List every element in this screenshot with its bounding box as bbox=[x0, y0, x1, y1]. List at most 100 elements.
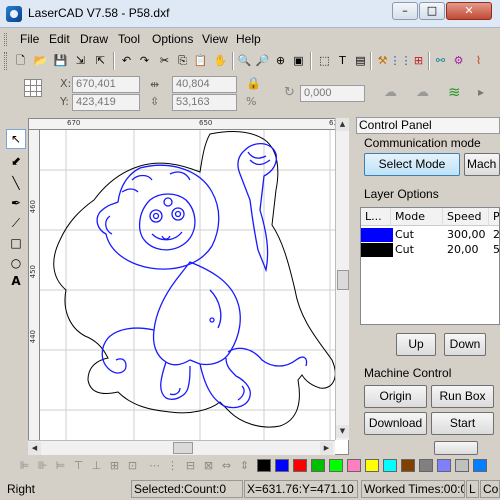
palette-color-swatch[interactable] bbox=[401, 459, 415, 472]
same-size-icon[interactable]: ⊡ bbox=[124, 457, 141, 474]
undo-icon[interactable]: ↶ bbox=[118, 52, 135, 69]
import-icon[interactable]: ⇲ bbox=[72, 52, 89, 69]
menu-tool[interactable]: Tool bbox=[118, 32, 140, 46]
run-box-button[interactable]: Run Box bbox=[431, 385, 494, 408]
more-icon[interactable]: ▸ bbox=[478, 85, 484, 99]
layers-stack-icon[interactable]: ≋ bbox=[448, 83, 461, 101]
zoom-out-icon[interactable]: 🔎 bbox=[254, 52, 271, 69]
scroll-down-icon[interactable]: ▼ bbox=[336, 425, 349, 438]
horizontal-scroll-thumb[interactable] bbox=[173, 442, 193, 454]
horizontal-scrollbar[interactable]: ◀ ▶ bbox=[28, 440, 335, 455]
download-button[interactable]: Download bbox=[364, 412, 427, 435]
vertical-scroll-thumb[interactable] bbox=[337, 270, 349, 290]
layer-col-header[interactable]: L... bbox=[361, 208, 391, 226]
select-arrow-icon[interactable]: ↖ bbox=[6, 129, 26, 149]
menu-draw[interactable]: Draw bbox=[80, 32, 108, 46]
align-top-icon[interactable]: ⊤ bbox=[70, 457, 87, 474]
text-tool-vertical-icon[interactable]: A bbox=[6, 271, 26, 291]
origin-button[interactable]: Origin bbox=[364, 385, 427, 408]
palette-color-swatch[interactable] bbox=[347, 459, 361, 472]
align-center-icon[interactable]: ⊪ bbox=[34, 457, 51, 474]
offset-icon[interactable]: ⊞ bbox=[410, 52, 427, 69]
menu-file[interactable]: File bbox=[20, 32, 39, 46]
laser-tool-icon[interactable]: ⌇ bbox=[470, 52, 487, 69]
paste-icon[interactable]: 📋 bbox=[192, 52, 209, 69]
scroll-right-icon[interactable]: ▶ bbox=[320, 442, 333, 455]
layer-row[interactable]: Cut 300,00 2 bbox=[361, 228, 499, 242]
palette-color-swatch[interactable] bbox=[293, 459, 307, 472]
layer-row[interactable]: Cut 20,00 5 bbox=[361, 243, 499, 257]
align-bottom-icon[interactable]: ⊞ bbox=[106, 457, 123, 474]
node-edit-tool-icon[interactable]: ⬋ bbox=[6, 151, 26, 171]
redo-icon[interactable]: ↷ bbox=[136, 52, 153, 69]
palette-color-swatch[interactable] bbox=[473, 459, 487, 472]
rotation-field[interactable]: 0,000 bbox=[300, 85, 365, 102]
anchor-grid-icon[interactable] bbox=[24, 79, 42, 97]
palette-color-swatch[interactable] bbox=[455, 459, 469, 472]
x-position-field[interactable]: 670,401 bbox=[72, 76, 140, 93]
simulate-icon[interactable]: ⚙ bbox=[450, 52, 467, 69]
pen-tool-icon[interactable]: ✒ bbox=[6, 193, 26, 213]
scroll-left-icon[interactable]: ◀ bbox=[28, 442, 41, 455]
rectangle-tool-icon[interactable]: □ bbox=[6, 233, 26, 253]
drawing-canvas[interactable]: 670 650 630 460 450 440 bbox=[28, 118, 349, 455]
group-icon[interactable]: ⊟ bbox=[182, 457, 199, 474]
palette-color-swatch[interactable] bbox=[419, 459, 433, 472]
array-icon[interactable]: ⋮⋮ bbox=[390, 52, 412, 69]
distribute-h-icon[interactable]: ⋯ bbox=[146, 457, 163, 474]
palette-color-swatch[interactable] bbox=[437, 459, 451, 472]
palette-color-swatch[interactable] bbox=[383, 459, 397, 472]
new-file-icon[interactable]: 🗋 bbox=[12, 52, 29, 69]
menu-view[interactable]: View bbox=[202, 32, 228, 46]
layer-down-button[interactable]: Down bbox=[444, 333, 486, 356]
palette-color-swatch[interactable] bbox=[275, 459, 289, 472]
node-edit-icon[interactable]: ⚒ bbox=[374, 52, 391, 69]
zoom-window-icon[interactable]: ⊕ bbox=[272, 52, 289, 69]
power-col-header[interactable]: P bbox=[489, 208, 499, 226]
maximize-button[interactable]: □ bbox=[419, 2, 445, 20]
machine-tab-button[interactable]: Mach bbox=[464, 153, 500, 176]
layer-up-button[interactable]: Up bbox=[396, 333, 436, 356]
save-icon[interactable]: 💾 bbox=[52, 52, 69, 69]
open-folder-icon[interactable]: 📂 bbox=[32, 52, 49, 69]
palette-color-swatch[interactable] bbox=[311, 459, 325, 472]
image-icon[interactable]: ▤ bbox=[352, 52, 369, 69]
width-field[interactable]: 40,804 bbox=[172, 76, 237, 93]
menu-help[interactable]: Help bbox=[236, 32, 261, 46]
align-middle-icon[interactable]: ⊥ bbox=[88, 457, 105, 474]
lock-ratio-icon[interactable]: 🔒 bbox=[246, 76, 261, 90]
start-button[interactable]: Start bbox=[431, 412, 494, 435]
palette-color-swatch[interactable] bbox=[365, 459, 379, 472]
link-icon[interactable]: ⚯ bbox=[432, 52, 449, 69]
menu-edit[interactable]: Edit bbox=[49, 32, 70, 46]
align-right-icon[interactable]: ⊨ bbox=[52, 457, 69, 474]
height-field[interactable]: 53,163 bbox=[172, 94, 237, 111]
polyline-tool-icon[interactable]: ⟋ bbox=[6, 213, 26, 233]
flip-icon[interactable]: ⇕ bbox=[236, 457, 253, 474]
copy-icon[interactable]: ⎘ bbox=[174, 52, 191, 69]
zoom-in-icon[interactable]: 🔍 bbox=[236, 52, 253, 69]
y-position-field[interactable]: 423,419 bbox=[72, 94, 140, 111]
cloud-upload-icon[interactable]: ☁ bbox=[416, 85, 429, 100]
vertical-scrollbar[interactable]: ▲ ▼ bbox=[335, 118, 349, 440]
palette-color-swatch[interactable] bbox=[257, 459, 271, 472]
line-tool-icon[interactable]: ╲ bbox=[6, 173, 26, 193]
cloud-icon[interactable]: ☁ bbox=[384, 85, 397, 100]
distribute-v-icon[interactable]: ⋮ bbox=[164, 457, 181, 474]
align-left-icon[interactable]: ⊫ bbox=[16, 457, 33, 474]
zoom-page-icon[interactable]: ▣ bbox=[290, 52, 307, 69]
scroll-up-icon[interactable]: ▲ bbox=[336, 118, 349, 131]
speed-col-header[interactable]: Speed bbox=[443, 208, 489, 226]
cut-icon[interactable]: ✂ bbox=[156, 52, 173, 69]
minimize-button[interactable]: – bbox=[392, 2, 418, 20]
stop-button[interactable] bbox=[434, 441, 478, 455]
text-tool-icon[interactable]: T bbox=[334, 52, 351, 69]
export-icon[interactable]: ⇱ bbox=[92, 52, 109, 69]
palette-color-swatch[interactable] bbox=[329, 459, 343, 472]
menu-options[interactable]: Options bbox=[152, 32, 193, 46]
ungroup-icon[interactable]: ⊠ bbox=[200, 457, 217, 474]
close-button[interactable]: ✕ bbox=[446, 2, 492, 20]
select-all-icon[interactable]: ⬚ bbox=[316, 52, 333, 69]
mode-col-header[interactable]: Mode bbox=[391, 208, 443, 226]
mirror-icon[interactable]: ⇔ bbox=[218, 457, 235, 474]
